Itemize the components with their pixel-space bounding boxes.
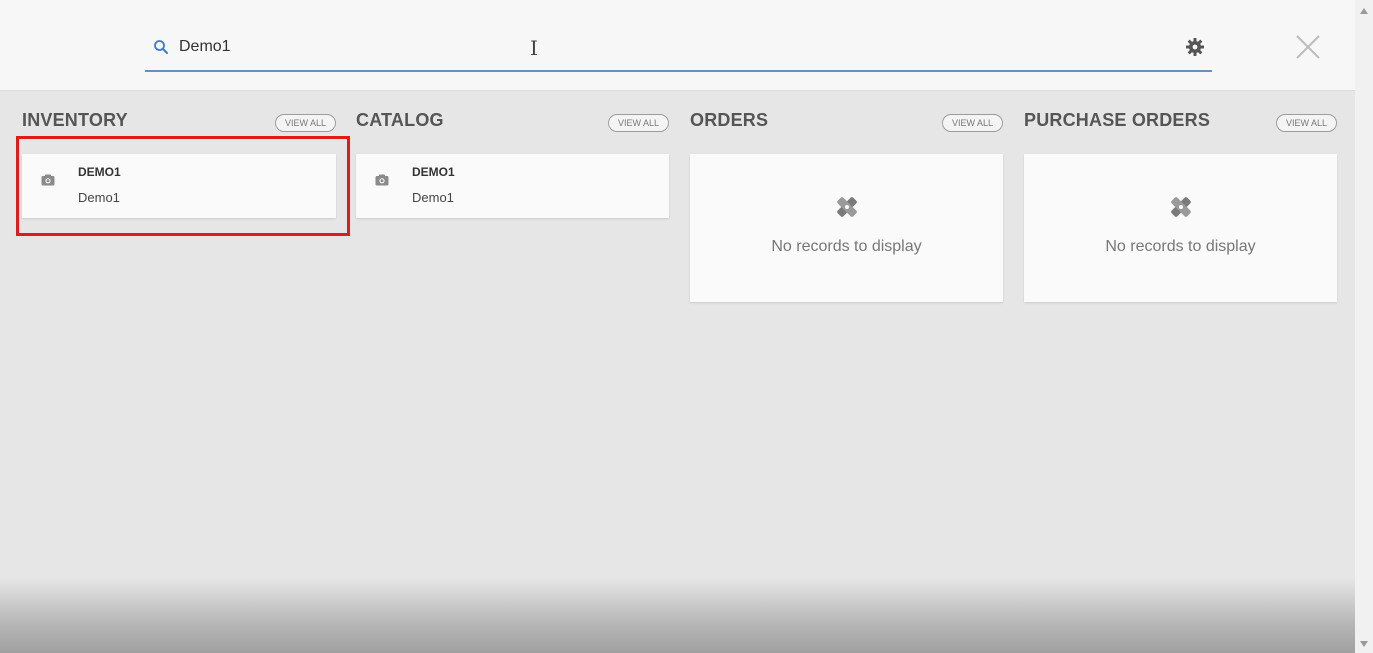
camera-icon — [41, 174, 55, 186]
empty-state-card: No records to display — [1024, 154, 1337, 302]
search-bar[interactable] — [145, 28, 1212, 72]
record-name: Demo1 — [78, 190, 120, 205]
section-title: ORDERS — [690, 110, 769, 130]
record-card[interactable]: DEMO1 Demo1 — [356, 154, 669, 218]
section-title: PURCHASE ORDERS — [1024, 110, 1211, 130]
section-title: INVENTORY — [22, 110, 128, 130]
empty-state-card: No records to display — [690, 154, 1003, 302]
search-icon — [154, 40, 168, 54]
record-card[interactable]: DEMO1 Demo1 — [22, 154, 336, 218]
view-all-button[interactable]: VIEW ALL — [1275, 114, 1337, 132]
vertical-scrollbar[interactable] — [1355, 0, 1373, 653]
section-title: CATALOG — [356, 110, 444, 130]
broken-image-icon — [836, 197, 857, 217]
gear-icon[interactable] — [1185, 37, 1205, 57]
scroll-down-arrow-icon[interactable] — [1360, 641, 1368, 647]
empty-state-text: No records to display — [1105, 238, 1256, 255]
empty-state-text: No records to display — [771, 238, 922, 255]
search-header: I — [0, 0, 1355, 91]
scroll-up-arrow-icon[interactable] — [1360, 8, 1368, 14]
view-all-button[interactable]: VIEW ALL — [607, 114, 669, 132]
broken-image-icon — [1170, 197, 1191, 217]
record-code: DEMO1 — [412, 165, 455, 179]
close-icon[interactable] — [1295, 34, 1321, 60]
view-all-button[interactable]: VIEW ALL — [274, 114, 336, 132]
view-all-button[interactable]: VIEW ALL — [941, 114, 1003, 132]
record-code: DEMO1 — [78, 165, 121, 179]
record-name: Demo1 — [412, 190, 454, 205]
bottom-fade — [0, 578, 1355, 653]
camera-icon — [375, 174, 389, 186]
text-cursor: I — [530, 36, 538, 60]
